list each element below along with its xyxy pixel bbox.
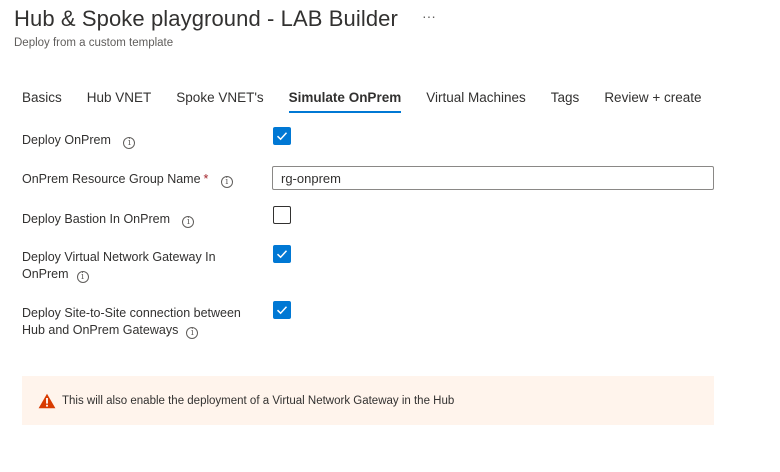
checkmark-icon [276,132,288,141]
deploy-vng-row: Deploy Virtual Network Gateway In OnPrem… [22,249,216,283]
deploy-onprem-label: Deploy OnPrem [22,133,111,147]
deploy-s2s-row: Deploy Site-to-Site connection between H… [22,305,241,339]
warning-banner: This will also enable the deployment of … [22,376,714,425]
tab-tags[interactable]: Tags [551,90,580,111]
info-icon[interactable]: i [182,216,195,228]
info-icon[interactable]: i [186,327,199,339]
tab-virtual-machines[interactable]: Virtual Machines [426,90,526,111]
tab-simulate-onprem[interactable]: Simulate OnPrem [288,90,401,113]
deploy-s2s-label-line2: Hub and OnPrem Gateways [22,323,179,337]
tab-spoke-vnets[interactable]: Spoke VNET's [176,90,263,111]
info-icon[interactable]: i [76,271,89,283]
rg-name-row: OnPrem Resource Group Name * i [22,170,233,188]
rg-name-label: OnPrem Resource Group Name [22,172,201,186]
deploy-bastion-label: Deploy Bastion In OnPrem [22,212,170,226]
tab-basics[interactable]: Basics [22,90,62,111]
deploy-vng-label-line2: OnPrem [22,267,69,281]
deploy-bastion-checkbox[interactable] [273,206,291,224]
checkmark-icon [276,306,288,315]
deploy-onprem-row: Deploy OnPrem i [22,131,136,149]
more-options-icon[interactable]: ··· [422,8,436,24]
warning-icon [38,393,56,408]
header: Hub & Spoke playground - LAB Builder ··· [14,6,436,32]
deploy-bastion-row: Deploy Bastion In OnPrem i [22,210,195,228]
page-title: Hub & Spoke playground - LAB Builder [14,6,398,31]
page-subtitle: Deploy from a custom template [14,37,174,49]
info-icon[interactable]: i [220,176,233,188]
deploy-s2s-label-line1: Deploy Site-to-Site connection between [22,306,241,320]
deploy-vng-checkbox[interactable] [273,245,291,263]
deploy-vng-label-line1: Deploy Virtual Network Gateway In [22,250,216,264]
required-marker: * [203,172,209,186]
tab-review-create[interactable]: Review + create [604,90,701,111]
rg-name-input[interactable] [272,166,714,190]
tab-bar: Basics Hub VNET Spoke VNET's Simulate On… [22,90,726,113]
checkmark-icon [276,250,288,259]
info-icon[interactable]: i [123,137,136,149]
warning-text: This will also enable the deployment of … [62,394,455,407]
tab-hub-vnet[interactable]: Hub VNET [87,90,152,111]
deploy-onprem-checkbox[interactable] [273,127,291,145]
deploy-s2s-checkbox[interactable] [273,301,291,319]
